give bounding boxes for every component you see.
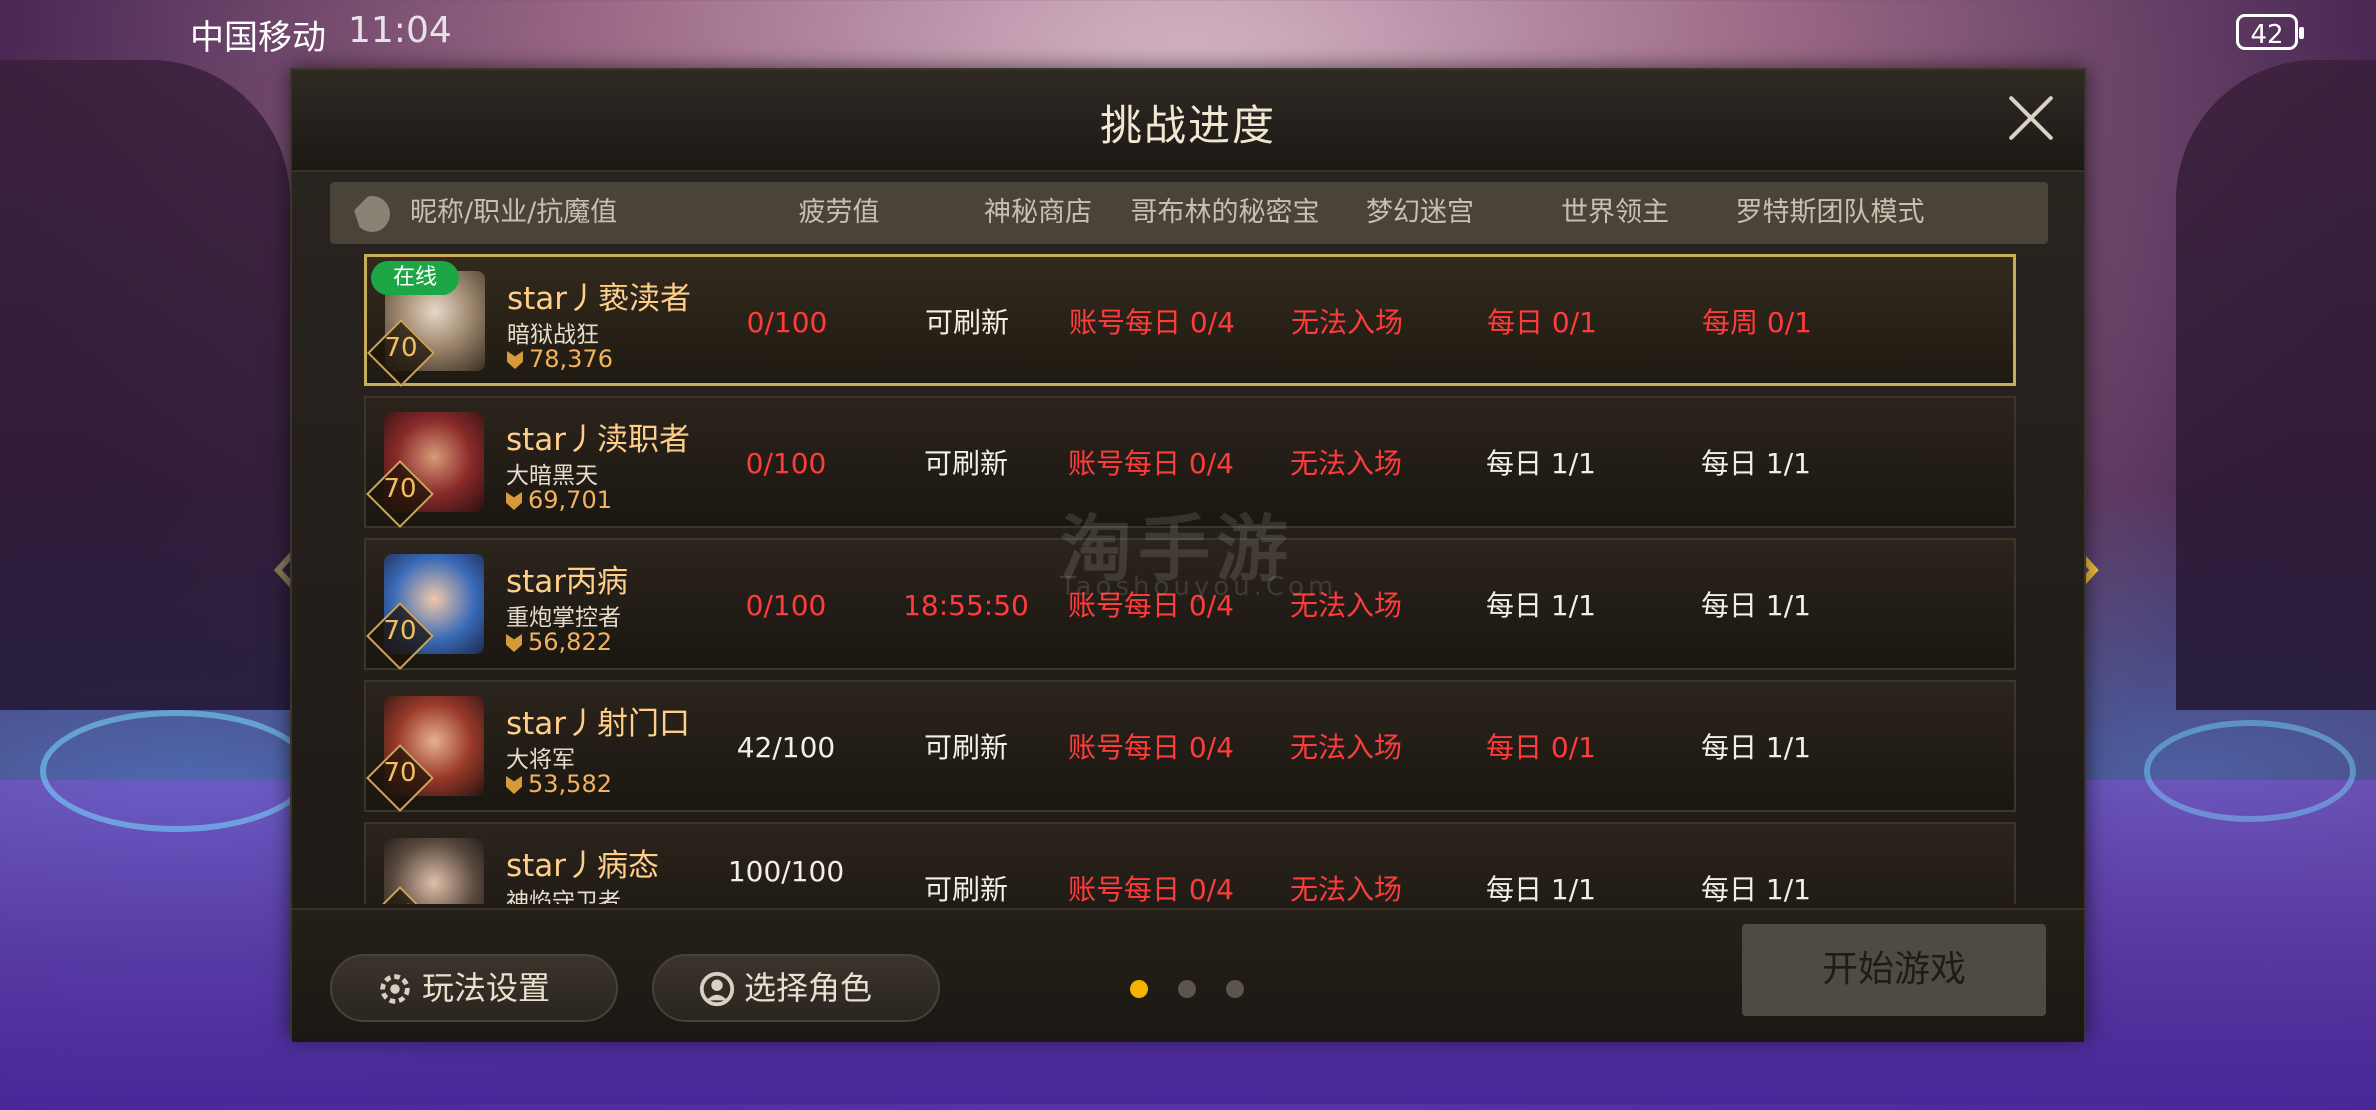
raid-status: 每日 1/1 <box>1701 873 1811 904</box>
crest-icon <box>507 351 523 369</box>
select-character-label: 选择角色 <box>744 969 873 1007</box>
character-name: star丙病 <box>506 564 629 600</box>
col-shop: 神秘商店 <box>984 197 1092 228</box>
gameplay-settings-label: 玩法设置 <box>422 969 551 1007</box>
character-swap-icon <box>699 971 735 1007</box>
clock: 11:04 <box>348 10 452 51</box>
maze-status: 无法入场 <box>1289 731 1402 764</box>
col-raid: 罗特斯团队模式 <box>1735 197 1925 228</box>
power-value: 69,701 <box>528 486 612 514</box>
shop-status: 可刷新 <box>923 873 1008 904</box>
shop-timer: 18:55:50 <box>903 589 1029 622</box>
lord-status: 每日 0/1 <box>1487 306 1597 339</box>
col-fatigue: 疲劳值 <box>798 197 880 228</box>
level-badge: 70 <box>383 474 417 504</box>
page-dot-1[interactable] <box>1130 980 1148 998</box>
carrier-label: 中国移动 <box>190 18 326 58</box>
col-maze: 梦幻迷宫 <box>1366 197 1474 228</box>
dialog-title: 挑战进度 <box>1099 101 1276 150</box>
fatigue-value: 0/100 <box>746 306 828 339</box>
battery-icon: 42 <box>2236 14 2304 50</box>
character-class: 神焰守卫者 <box>506 889 621 904</box>
power-value: 56,822 <box>528 628 612 656</box>
gameplay-settings-button[interactable]: 玩法设置 <box>330 954 618 1022</box>
fatigue-value: 0/100 <box>745 589 827 622</box>
crest-icon <box>506 634 522 652</box>
col-name: 昵称/职业/抗魔值 <box>410 197 618 228</box>
shop-status: 可刷新 <box>923 731 1008 764</box>
character-class: 大暗黑天 <box>506 463 598 489</box>
fatigue-value: 100/100 <box>727 855 845 888</box>
portal-ring-left <box>40 710 312 832</box>
goblin-status: 账号每日 0/4 <box>1068 731 1234 764</box>
watermark-sub: Taoshouyou.Com <box>1060 572 1338 602</box>
raid-status: 每日 1/1 <box>1701 589 1811 622</box>
col-goblin: 哥布林的秘密宝库 <box>1130 197 1320 290</box>
dialog-header: 挑战进度 <box>292 70 2084 172</box>
goblin-status: 账号每日 0/4 <box>1069 306 1235 339</box>
lord-status: 每日 1/1 <box>1486 873 1596 904</box>
lord-status: 每日 0/1 <box>1486 731 1596 764</box>
power-value: 78,376 <box>529 345 613 373</box>
power-value: 53,582 <box>528 770 612 798</box>
crest-icon <box>506 492 522 510</box>
crest-icon <box>506 776 522 794</box>
table-row[interactable]: 70 star丿病态 神焰守卫者 100/100 可刷新 账号每日 0/4 无法… <box>364 822 2016 904</box>
level-badge: 70 <box>378 900 422 904</box>
anti-magic-value: 53,582 <box>506 770 612 798</box>
col-lord: 世界领主 <box>1561 197 1669 228</box>
portal-ring-right <box>2144 720 2356 822</box>
maze-status: 无法入场 <box>1289 873 1402 904</box>
close-button[interactable] <box>2002 90 2058 146</box>
table-header: 昵称/职业/抗魔值 疲劳值 神秘商店 哥布林的秘密宝库 梦幻迷宫 世界领主 罗特… <box>330 182 2048 290</box>
level-badge: 70 <box>384 333 418 363</box>
background-arch-left <box>0 60 290 710</box>
battery-level: 42 <box>2250 20 2284 50</box>
character-class: 重炮掌控者 <box>506 605 621 631</box>
character-name: star丿渎职者 <box>506 422 691 458</box>
dialog-footer: 玩法设置 选择角色 开始游戏 <box>292 908 2084 1042</box>
character-class: 大将军 <box>506 747 575 773</box>
character-class: 暗狱战狂 <box>507 322 599 348</box>
shop-status: 可刷新 <box>924 306 1009 339</box>
status-bar: 中国移动 11:04 42 <box>0 0 2376 64</box>
raid-status: 每日 1/1 <box>1701 447 1811 480</box>
start-game-button[interactable]: 开始游戏 <box>1742 924 2046 1016</box>
anti-magic-value: 56,822 <box>506 628 612 656</box>
level-badge: 70 <box>383 616 417 646</box>
raid-status: 每周 0/1 <box>1702 306 1812 339</box>
select-character-button[interactable]: 选择角色 <box>652 954 940 1022</box>
fatigue-value: 0/100 <box>745 447 827 480</box>
shop-status: 可刷新 <box>923 447 1008 480</box>
level-badge: 70 <box>383 758 417 788</box>
character-name: star丿病态 <box>506 848 660 884</box>
anti-magic-value: 78,376 <box>507 345 613 373</box>
table-row[interactable]: 70 star丿射门口 大将军 53,582 42/100 可刷新 账号每日 0… <box>364 680 2016 812</box>
page-dot-2[interactable] <box>1178 980 1196 998</box>
table-row[interactable]: 70 在线 star丿亵渎者 暗狱战狂 78,376 0/100 可刷新 账号每… <box>364 254 2016 387</box>
anti-magic-value: 69,701 <box>506 486 612 514</box>
raid-status: 每日 1/1 <box>1701 731 1811 764</box>
fatigue-value: 42/100 <box>736 731 836 764</box>
character-name: star丿射门口 <box>506 706 691 742</box>
lord-status: 每日 1/1 <box>1486 589 1596 622</box>
character-name: star丿亵渎者 <box>507 281 692 317</box>
gear-icon <box>380 974 410 1004</box>
maze-status: 无法入场 <box>1290 306 1403 339</box>
goblin-status: 账号每日 0/4 <box>1068 873 1234 904</box>
online-badge: 在线 <box>371 261 459 295</box>
page-dot-3[interactable] <box>1226 980 1244 998</box>
start-game-label: 开始游戏 <box>1821 949 1966 990</box>
lord-status: 每日 1/1 <box>1486 447 1596 480</box>
character-head-icon <box>354 196 390 232</box>
background-arch-right <box>2176 60 2376 710</box>
